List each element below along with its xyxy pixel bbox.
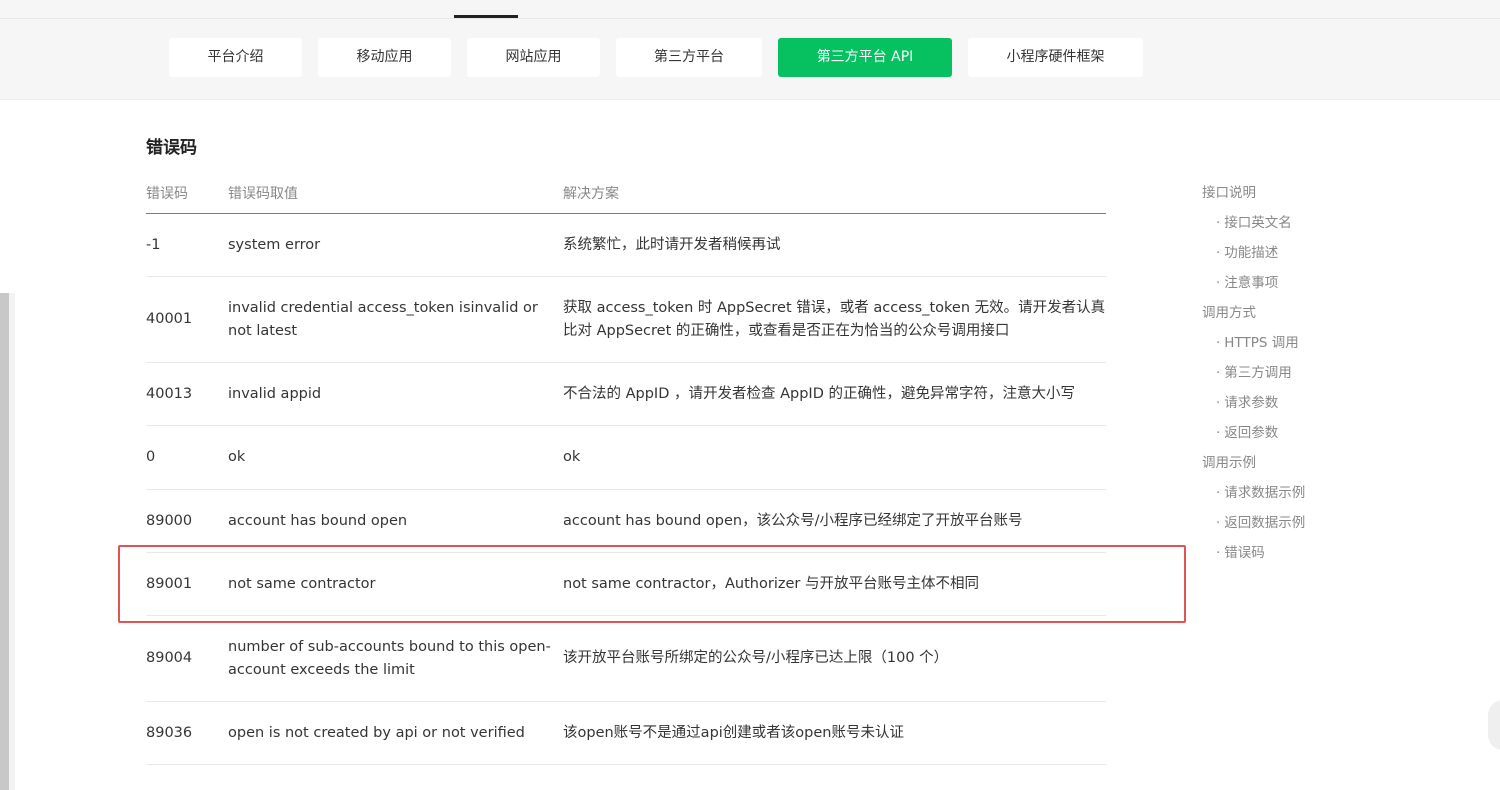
toc-bullet: · (1216, 545, 1221, 561)
toc-item-interface-name[interactable]: · 接口英文名 (1202, 211, 1402, 241)
tab-third-party-platform[interactable]: 第三方平台 (616, 38, 762, 77)
cell-code: 89004 (146, 615, 228, 702)
cell-code: 89000 (146, 489, 228, 553)
toc-bullet: · (1216, 515, 1221, 531)
cell-solution: 获取 access_token 时 AppSecret 错误，或者 access… (563, 276, 1106, 363)
toc-section-call-method[interactable]: 调用方式 (1202, 301, 1402, 331)
cell-code: 89001 (146, 552, 228, 616)
cell-value: account has bound open (228, 489, 563, 553)
error-code-table: 错误码 错误码取值 解决方案 -1 system error 系统繁忙，此时请开… (146, 172, 1106, 765)
table-row: 89004 number of sub-accounts bound to th… (146, 615, 1106, 702)
header-value: 错误码取值 (228, 172, 563, 214)
toc-item-third-party-call[interactable]: · 第三方调用 (1202, 361, 1402, 391)
toc-section-interface[interactable]: 接口说明 (1202, 181, 1402, 211)
toc-bullet: · (1216, 485, 1221, 501)
section-title: 错误码 (146, 138, 197, 158)
tab-mobile-app[interactable]: 移动应用 (318, 38, 451, 77)
toc-item-error-codes[interactable]: · 错误码 (1202, 541, 1402, 571)
cell-solution: account has bound open，该公众号/小程序已经绑定了开放平台… (563, 489, 1106, 553)
tab-mini-program-hardware[interactable]: 小程序硬件框架 (968, 38, 1143, 77)
toc-bullet: · (1216, 335, 1221, 351)
toc-item-label: 功能描述 (1224, 245, 1279, 261)
header-solution: 解决方案 (563, 172, 1106, 214)
cell-value: ok (228, 425, 563, 490)
table-row: 40013 invalid appid 不合法的 AppID ，请开发者检查 A… (146, 362, 1106, 426)
cell-value: system error (228, 213, 563, 277)
cell-code: -1 (146, 213, 228, 277)
toc-item-function[interactable]: · 功能描述 (1202, 241, 1402, 271)
header-active-indicator (454, 15, 518, 18)
table-row: 89001 not same contractor not same contr… (146, 552, 1106, 616)
cell-value: invalid credential access_token isinvali… (228, 276, 563, 363)
toc-bullet: · (1216, 395, 1221, 411)
cell-code: 89036 (146, 701, 228, 765)
cell-code: 40001 (146, 276, 228, 363)
cell-solution: 该open账号不是通过api创建或者该open账号未认证 (563, 701, 1106, 765)
toc-bullet: · (1216, 275, 1221, 291)
toc-item-label: 注意事项 (1224, 275, 1279, 291)
table-header-row: 错误码 错误码取值 解决方案 (146, 172, 1106, 214)
toc-bullet: · (1216, 245, 1221, 261)
toc-section-examples[interactable]: 调用示例 (1202, 451, 1402, 481)
toc-bullet: · (1216, 425, 1221, 441)
top-navigation: 平台介绍 移动应用 网站应用 第三方平台 第三方平台 API 小程序硬件框架 (0, 0, 1500, 100)
cell-solution: 系统繁忙，此时请开发者稍候再试 (563, 213, 1106, 277)
cell-value: not same contractor (228, 552, 563, 616)
toc-item-label: 第三方调用 (1224, 365, 1292, 381)
cell-value: number of sub-accounts bound to this ope… (228, 615, 563, 702)
toc-item-label: 请求参数 (1224, 395, 1279, 411)
table-row: 89000 account has bound open account has… (146, 489, 1106, 553)
cell-value: invalid appid (228, 362, 563, 426)
toc-item-label: 返回数据示例 (1224, 515, 1306, 531)
cell-solution: not same contractor，Authorizer 与开放平台账号主体… (563, 552, 1106, 616)
toc-bullet: · (1216, 365, 1221, 381)
left-scrollbar-track (9, 293, 15, 790)
toc-item-label: 错误码 (1224, 545, 1265, 561)
toc-item-label: 接口英文名 (1224, 215, 1292, 231)
table-row: -1 system error 系统繁忙，此时请开发者稍候再试 (146, 213, 1106, 277)
toc-item-response-example[interactable]: · 返回数据示例 (1202, 511, 1402, 541)
toc-item-request-params[interactable]: · 请求参数 (1202, 391, 1402, 421)
cell-solution: 不合法的 AppID ，请开发者检查 AppID 的正确性，避免异常字符，注意大… (563, 362, 1106, 426)
toc-item-response-params[interactable]: · 返回参数 (1202, 421, 1402, 451)
cell-solution: ok (563, 425, 1106, 490)
table-of-contents: 接口说明 · 接口英文名 · 功能描述 · 注意事项 调用方式 · HTTPS 调用 ·… (1202, 181, 1402, 571)
tab-website-app[interactable]: 网站应用 (467, 38, 600, 77)
toc-item-label: HTTPS 调用 (1224, 335, 1299, 351)
left-scrollbar-thumb[interactable] (0, 293, 9, 790)
cell-solution: 该开放平台账号所绑定的公众号/小程序已达上限（100 个） (563, 615, 1106, 702)
table-row: 89036 open is not created by api or not … (146, 701, 1106, 765)
toc-item-notes[interactable]: · 注意事项 (1202, 271, 1402, 301)
floating-action-button[interactable] (1488, 700, 1500, 750)
toc-bullet: · (1216, 215, 1221, 231)
cell-code: 40013 (146, 362, 228, 426)
table-row: 40001 invalid credential access_token is… (146, 276, 1106, 363)
cell-code: 0 (146, 425, 228, 490)
toc-item-https[interactable]: · HTTPS 调用 (1202, 331, 1402, 361)
cell-value: open is not created by api or not verifi… (228, 701, 563, 765)
table-row: 0 ok ok (146, 425, 1106, 490)
toc-item-label: 请求数据示例 (1224, 485, 1306, 501)
toc-item-request-example[interactable]: · 请求数据示例 (1202, 481, 1402, 511)
toc-item-label: 返回参数 (1224, 425, 1279, 441)
header-divider (0, 18, 1500, 19)
header-code: 错误码 (146, 172, 228, 214)
tab-third-party-platform-api[interactable]: 第三方平台 API (778, 38, 952, 77)
tab-platform-intro[interactable]: 平台介绍 (169, 38, 302, 77)
